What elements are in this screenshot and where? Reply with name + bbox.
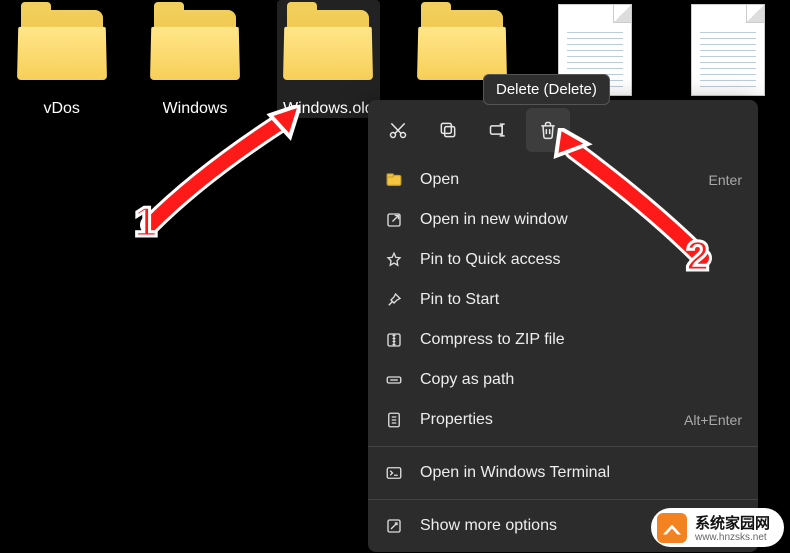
more-icon [384,516,404,536]
context-menu-divider [368,499,758,500]
delete-tooltip: Delete (Delete) [483,74,610,105]
context-menu-item-zip[interactable]: Compress to ZIP file [368,320,758,360]
context-menu: Open Enter Open in new window Pin to Qui… [368,100,758,552]
item-label: Windows.old [283,100,374,118]
rename-button[interactable] [476,108,520,152]
context-menu-label: Copy as path [420,371,742,389]
context-menu-toolbar [368,100,758,160]
star-icon [384,250,404,270]
context-menu-label: Open in Windows Terminal [420,464,742,482]
annotation-number-1: 1 [134,198,157,246]
watermark-title: 系统家园网 [695,515,770,532]
terminal-icon [384,463,404,483]
context-menu-item-new-window[interactable]: Open in new window [368,200,758,240]
context-menu-label: Pin to Start [420,291,742,309]
watermark-logo-icon [657,513,687,543]
path-icon [384,370,404,390]
folder-icon [283,10,373,80]
watermark: 系统家园网 www.hnzsks.net [651,508,784,547]
item-label: Windows [163,100,228,118]
context-menu-body: Open Enter Open in new window Pin to Qui… [368,160,758,440]
context-menu-label: Open [420,171,693,189]
copy-button[interactable] [426,108,470,152]
folder-item[interactable]: Windows.old [277,0,380,118]
text-file-icon [691,4,765,96]
zip-icon [384,330,404,350]
pin-icon [384,290,404,310]
folder-icon [17,10,107,80]
context-menu-item-star[interactable]: Pin to Quick access [368,240,758,280]
folder-item[interactable]: Windows [143,0,246,118]
context-menu-label: Open in new window [420,211,742,229]
context-menu-body2: Open in Windows Terminal [368,453,758,493]
context-menu-item-path[interactable]: Copy as path [368,360,758,400]
context-menu-label: Compress to ZIP file [420,331,742,349]
context-menu-accel: Alt+Enter [684,412,742,428]
item-label: vDos [43,100,79,118]
watermark-sub: www.hnzsks.net [695,533,770,543]
open-icon [384,170,404,190]
folder-item[interactable]: vDos [10,0,113,118]
context-menu-item-properties[interactable]: Properties Alt+Enter [368,400,758,440]
context-menu-label: Properties [420,411,668,429]
context-menu-item-pin[interactable]: Pin to Start [368,280,758,320]
properties-icon [384,410,404,430]
delete-button[interactable] [526,108,570,152]
folder-icon [417,10,507,80]
context-menu-label: Pin to Quick access [420,251,742,269]
cut-button[interactable] [376,108,420,152]
context-menu-item-open[interactable]: Open Enter [368,160,758,200]
folder-icon [150,10,240,80]
context-menu-divider [368,446,758,447]
context-menu-accel: Enter [709,172,742,188]
context-menu-item-terminal[interactable]: Open in Windows Terminal [368,453,758,493]
new-window-icon [384,210,404,230]
